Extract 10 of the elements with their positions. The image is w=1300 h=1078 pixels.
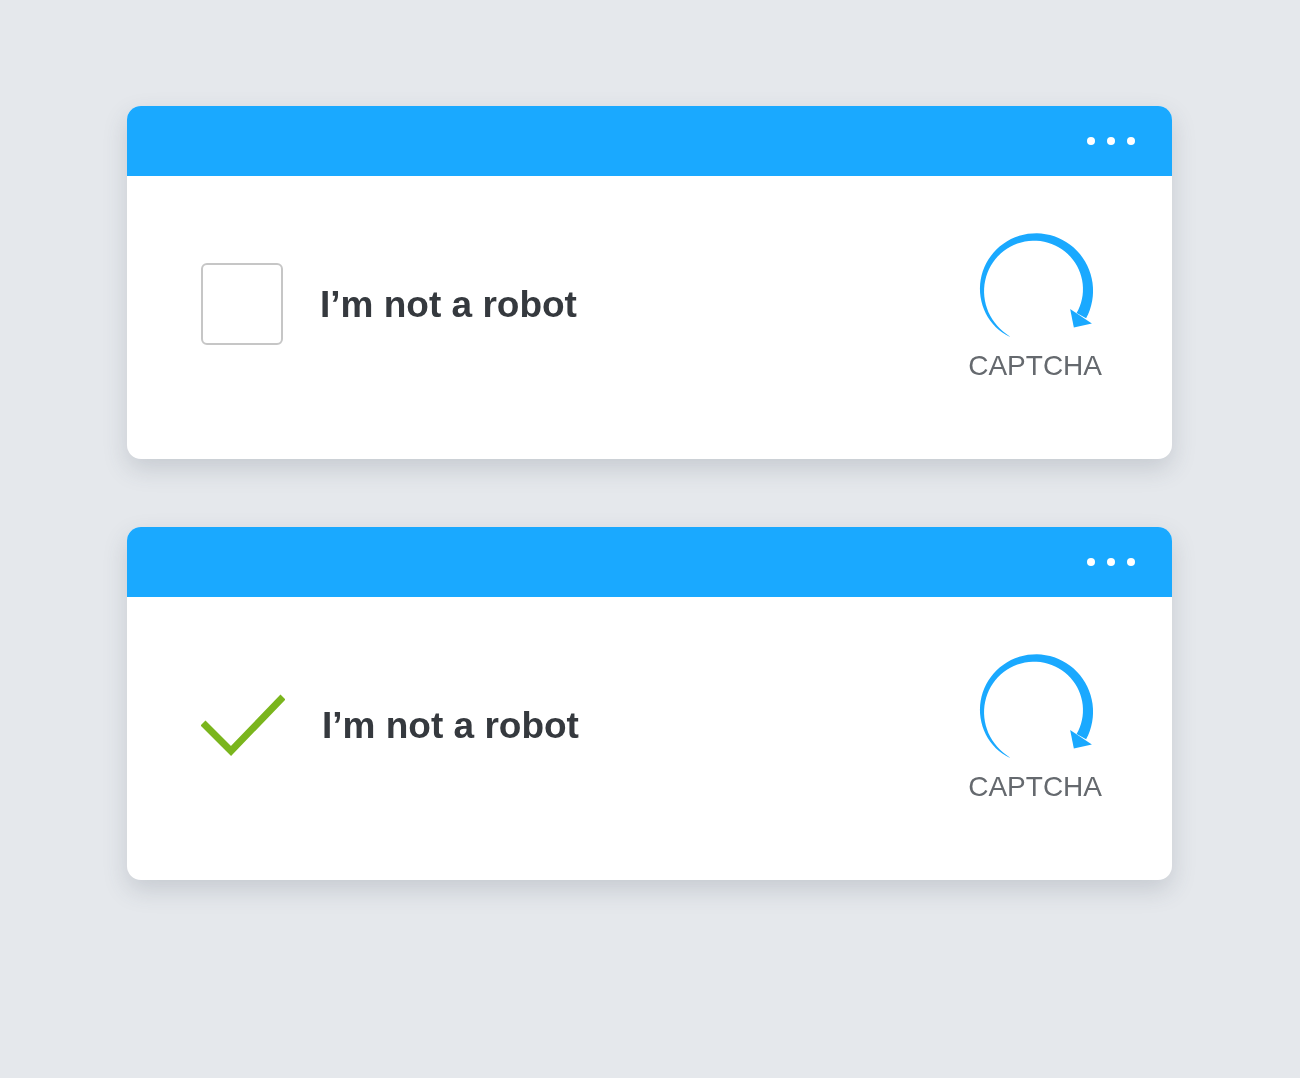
captcha-logo-text: CAPTCHA (968, 773, 1102, 801)
check-icon[interactable] (201, 694, 285, 756)
checkbox-label: I’m not a robot (320, 285, 577, 323)
refresh-arrow-icon (977, 651, 1094, 759)
more-icon[interactable] (1087, 137, 1135, 145)
more-icon[interactable] (1087, 558, 1135, 566)
captcha-logo-text: CAPTCHA (968, 352, 1102, 380)
checkbox-label: I’m not a robot (322, 706, 579, 744)
checkbox[interactable] (201, 263, 283, 345)
refresh-arrow-icon (977, 230, 1094, 338)
